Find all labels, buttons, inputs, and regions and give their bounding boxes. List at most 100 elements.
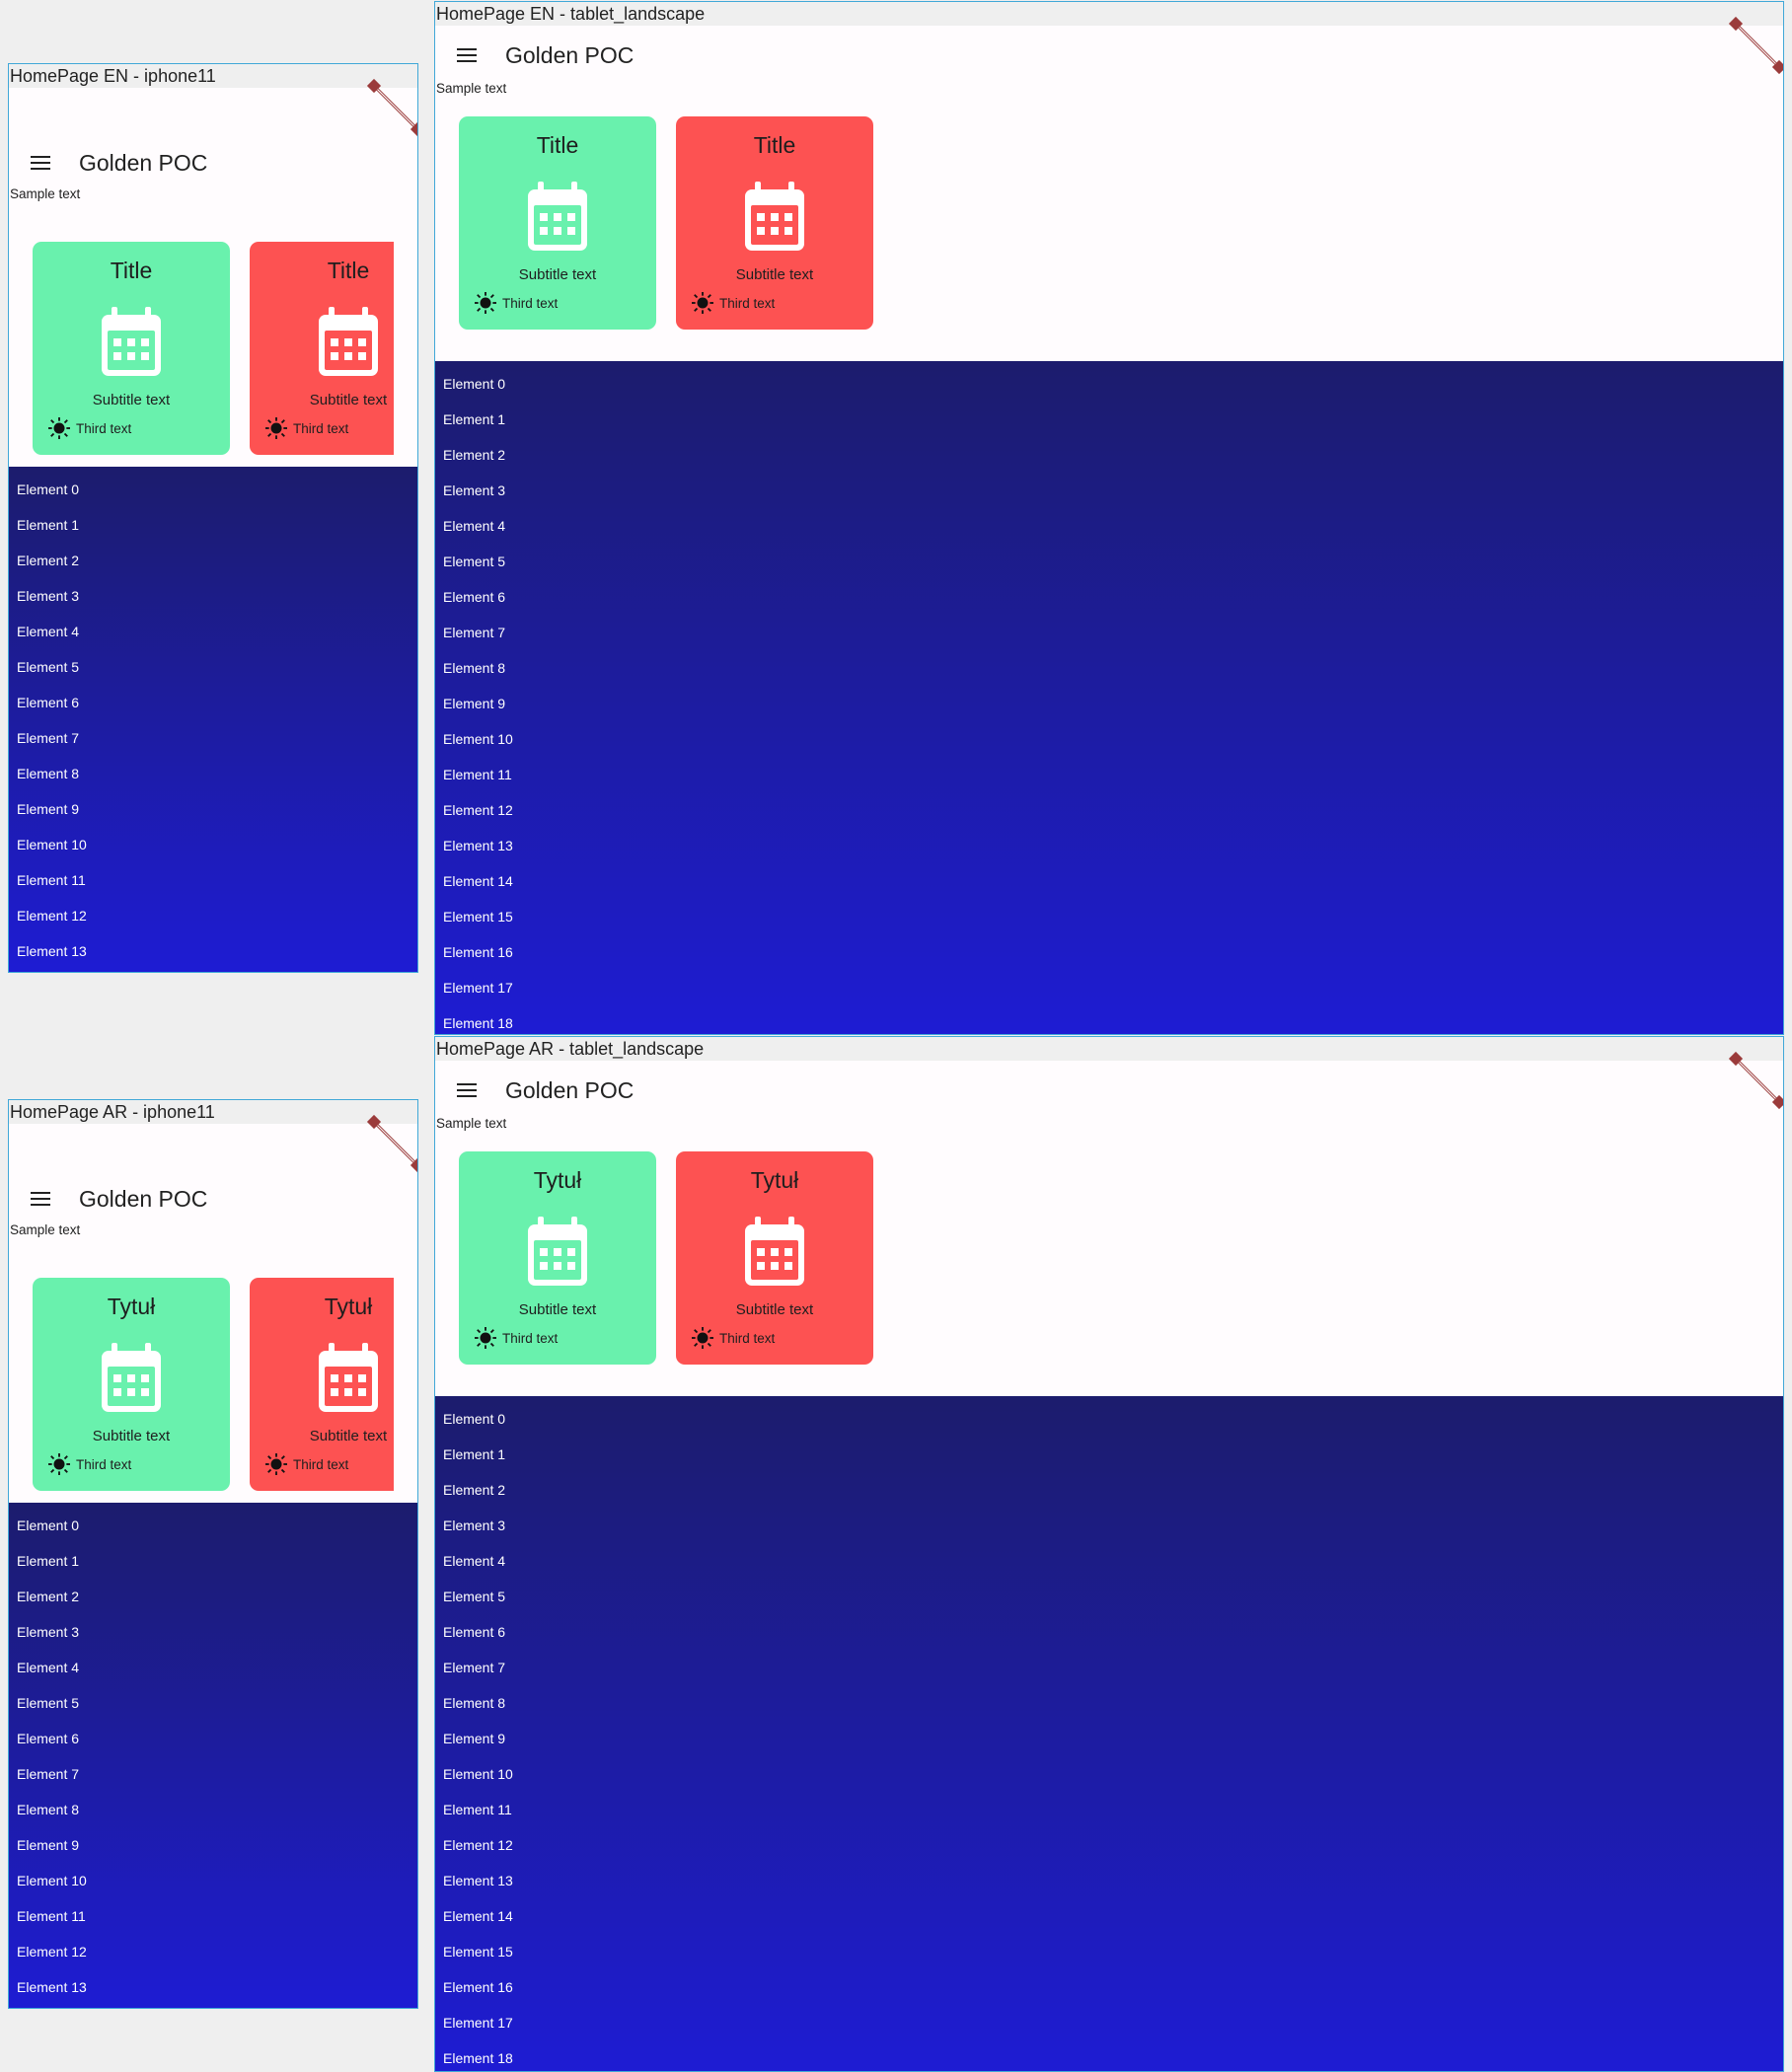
card-third-text: Third text <box>719 1330 776 1346</box>
list-item[interactable]: Element 15 <box>435 899 1783 934</box>
card-third-text: Third text <box>293 420 349 436</box>
list-item[interactable]: Element 0 <box>435 366 1783 402</box>
list-item[interactable]: Element 5 <box>435 1579 1783 1614</box>
menu-icon[interactable] <box>23 145 58 181</box>
list-item[interactable]: Element 11 <box>435 1792 1783 1827</box>
list-item[interactable]: Element 4 <box>9 1650 417 1685</box>
cards-row: Title Subtitle text Third text Title Sub… <box>435 105 1323 351</box>
list-item[interactable]: Element 11 <box>9 1898 417 1934</box>
card-green[interactable]: Tytuł Subtitle text Third text <box>459 1151 656 1365</box>
screen-caption: HomePage EN - iphone11 <box>9 64 417 88</box>
list-item[interactable]: Element 4 <box>435 1543 1783 1579</box>
list-item[interactable]: Element 3 <box>435 473 1783 508</box>
card-green[interactable]: Title Subtitle text Third text <box>33 242 230 455</box>
sun-icon <box>475 292 496 314</box>
list-item[interactable]: Element 1 <box>435 402 1783 437</box>
list-item[interactable]: Element 1 <box>9 1543 417 1579</box>
list-item[interactable]: Element 6 <box>9 685 417 720</box>
list-item[interactable]: Element 10 <box>9 827 417 862</box>
list-item[interactable]: Element 3 <box>435 1508 1783 1543</box>
card-green[interactable]: Title Subtitle text Third text <box>459 116 656 330</box>
card-red[interactable]: Title Subtitle text Third text <box>250 242 394 455</box>
list-item[interactable]: Element 8 <box>9 1792 417 1827</box>
list-item[interactable]: Element 1 <box>435 1437 1783 1472</box>
list-item[interactable]: Element 10 <box>9 1863 417 1898</box>
list-item[interactable]: Element 5 <box>9 1685 417 1721</box>
card-subtitle: Subtitle text <box>309 392 388 408</box>
menu-icon[interactable] <box>449 37 485 73</box>
card-third-text: Third text <box>719 295 776 311</box>
card-third-text: Third text <box>76 420 132 436</box>
list-item[interactable]: Element 10 <box>435 1756 1783 1792</box>
list-item[interactable]: Element 6 <box>435 579 1783 615</box>
list-item[interactable]: Element 17 <box>435 970 1783 1005</box>
cards-row: Title Subtitle text Third text Title Sub… <box>9 230 394 477</box>
app-title: Golden POC <box>505 42 635 68</box>
list-item[interactable]: Element 9 <box>435 1721 1783 1756</box>
card-red[interactable]: Tytuł Subtitle text Third text <box>676 1151 873 1365</box>
list-item[interactable]: Element 8 <box>9 756 417 791</box>
app-title: Golden POC <box>79 150 208 176</box>
menu-icon[interactable] <box>449 1073 485 1108</box>
list-item[interactable]: Element 12 <box>9 1934 417 1969</box>
list-item[interactable]: Element 5 <box>9 649 417 685</box>
list-item[interactable]: Element 3 <box>9 1614 417 1650</box>
list-item[interactable]: Element 9 <box>9 791 417 827</box>
list-item[interactable]: Element 1 <box>9 507 417 543</box>
screen-iphone-ar: HomePage AR - iphone11 Golden POC Sample… <box>8 1099 418 2009</box>
list-item[interactable]: Element 2 <box>435 437 1783 473</box>
list-item[interactable]: Element 5 <box>435 544 1783 579</box>
list-item[interactable]: Element 6 <box>435 1614 1783 1650</box>
card-third-row: Third text <box>475 292 558 314</box>
list-item[interactable]: Element 4 <box>435 508 1783 544</box>
list-item[interactable]: Element 9 <box>9 1827 417 1863</box>
list-item[interactable]: Element 10 <box>435 721 1783 757</box>
list-item[interactable]: Element 12 <box>435 1827 1783 1863</box>
list-item[interactable]: Element 18 <box>435 1005 1783 1034</box>
list-item[interactable]: Element 7 <box>9 1756 417 1792</box>
list-item[interactable]: Element 12 <box>9 898 417 933</box>
sun-icon <box>692 292 713 314</box>
list-item[interactable]: Element 8 <box>435 1685 1783 1721</box>
card-green[interactable]: Tytuł Subtitle text Third text <box>33 1278 230 1491</box>
list-item[interactable]: Element 6 <box>9 1721 417 1756</box>
list-item[interactable]: Element 7 <box>435 615 1783 650</box>
screen-caption: HomePage EN - tablet_landscape <box>435 2 1783 26</box>
app-bar: Golden POC <box>435 1061 1783 1120</box>
list-item[interactable]: Element 14 <box>435 863 1783 899</box>
list-item[interactable]: Element 4 <box>9 614 417 649</box>
sample-text: Sample text <box>10 186 81 201</box>
list-item[interactable]: Element 2 <box>9 543 417 578</box>
list-item[interactable]: Element 12 <box>435 792 1783 828</box>
list-item[interactable]: Element 3 <box>9 578 417 614</box>
list-item[interactable]: Element 9 <box>435 686 1783 721</box>
list-item[interactable]: Element 13 <box>435 1863 1783 1898</box>
list-item[interactable]: Element 8 <box>435 650 1783 686</box>
list-item[interactable]: Element 0 <box>9 472 417 507</box>
list-item[interactable]: Element 13 <box>9 1969 417 2005</box>
list-item[interactable]: Element 2 <box>9 1579 417 1614</box>
list-item[interactable]: Element 15 <box>435 1934 1783 1969</box>
list-item[interactable]: Element 13 <box>435 828 1783 863</box>
list-item[interactable]: Element 11 <box>9 862 417 898</box>
element-list: Element 0 Element 1 Element 2 Element 3 Elem… <box>9 1503 417 2008</box>
card-red[interactable]: Title Subtitle text Third text <box>676 116 873 330</box>
list-item[interactable]: Element 16 <box>435 934 1783 970</box>
card-title: Title <box>327 258 370 283</box>
list-item[interactable]: Element 13 <box>9 933 417 969</box>
card-third-row: Third text <box>265 417 348 439</box>
list-item[interactable]: Element 16 <box>435 1969 1783 2005</box>
list-item[interactable]: Element 7 <box>9 720 417 756</box>
list-item[interactable]: Element 11 <box>435 757 1783 792</box>
list-item[interactable]: Element 18 <box>435 2040 1783 2071</box>
menu-icon[interactable] <box>23 1181 58 1217</box>
calendar-icon <box>102 307 161 376</box>
list-item[interactable]: Element 14 <box>435 1898 1783 1934</box>
list-item[interactable]: Element 2 <box>435 1472 1783 1508</box>
card-red[interactable]: Tytuł Subtitle text Third text <box>250 1278 394 1491</box>
list-item[interactable]: Element 0 <box>9 1508 417 1543</box>
list-item[interactable]: Element 7 <box>435 1650 1783 1685</box>
list-item[interactable]: Element 0 <box>435 1401 1783 1437</box>
list-item[interactable]: Element 17 <box>435 2005 1783 2040</box>
sun-icon <box>475 1327 496 1349</box>
